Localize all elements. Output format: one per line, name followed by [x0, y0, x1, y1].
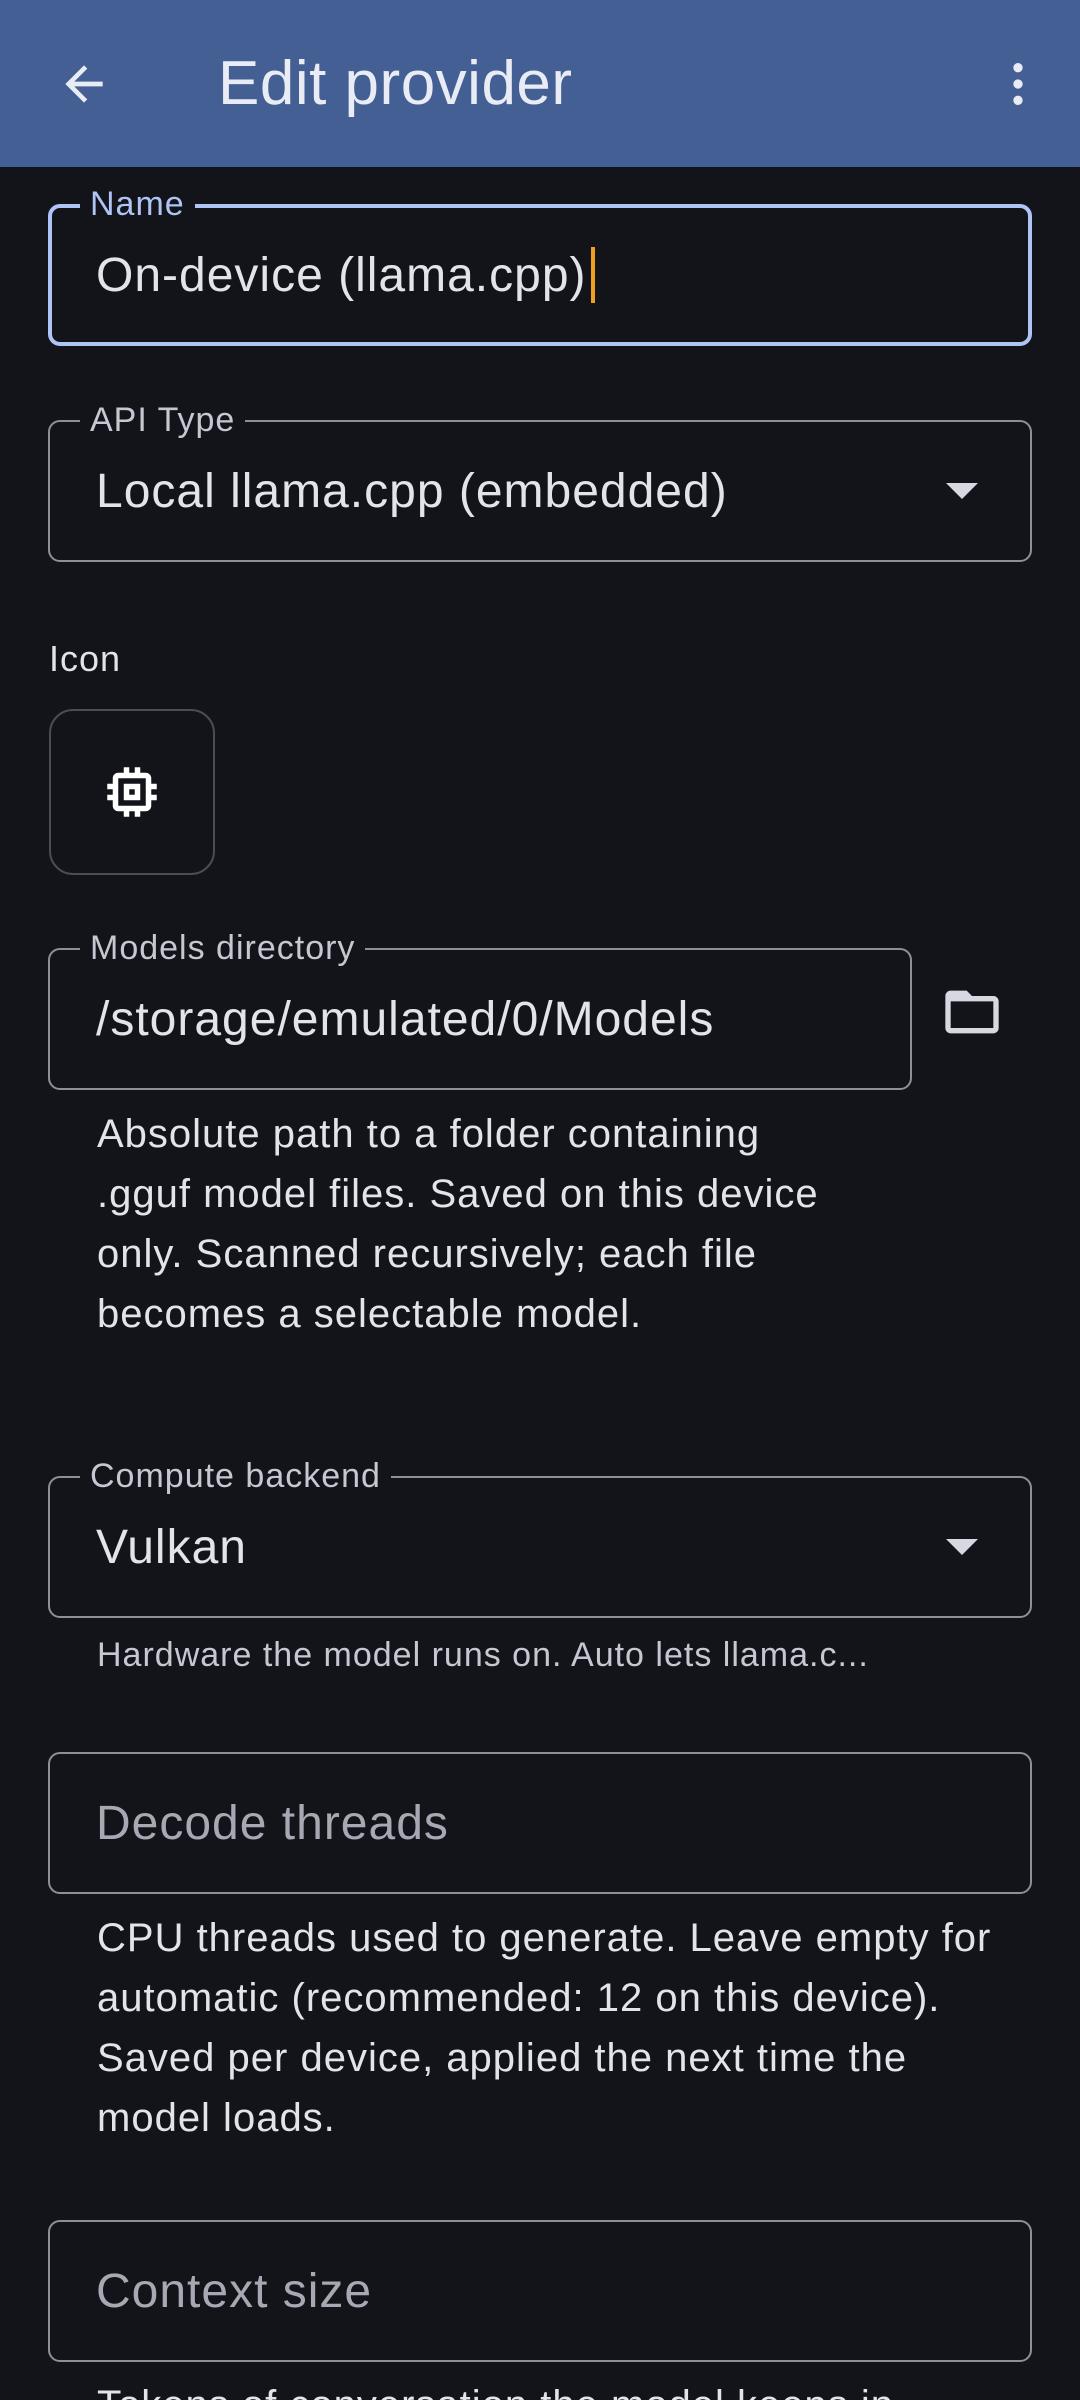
- models-directory-helper: Absolute path to a folder containing .gg…: [97, 1112, 819, 1336]
- models-directory-field[interactable]: Models directory /storage/emulated/0/Mod…: [48, 928, 912, 1090]
- arrow-back-icon: [65, 65, 103, 103]
- name-field-value: On-device (llama.cpp): [96, 248, 587, 302]
- decode-threads-helper: CPU threads used to generate. Leave empt…: [97, 1916, 992, 2140]
- api-type-dropdown[interactable]: API Type Local llama.cpp (embedded): [48, 400, 1032, 562]
- context-size-placeholder: Context size: [96, 2264, 373, 2318]
- dropdown-arrow-icon: [946, 1539, 978, 1555]
- compute-backend-helper: Hardware the model runs on. Auto lets ll…: [97, 1636, 869, 1674]
- icon-section-label: Icon: [49, 638, 122, 679]
- page-title: Edit provider: [218, 49, 573, 118]
- more-vert-icon: [1013, 63, 1023, 105]
- compute-backend-dropdown[interactable]: Compute backend Vulkan: [48, 1456, 1032, 1618]
- context-size-field[interactable]: Context size: [48, 2220, 1032, 2362]
- more-options-button[interactable]: [978, 44, 1058, 124]
- icon-picker-button[interactable]: [49, 709, 215, 875]
- api-type-value: Local llama.cpp (embedded): [96, 464, 728, 518]
- dropdown-arrow-icon: [946, 483, 978, 499]
- context-size-helper: Tokens of conversation the model keeps i…: [97, 2375, 1017, 2400]
- models-directory-value: /storage/emulated/0/Models: [96, 992, 715, 1046]
- browse-folder-button[interactable]: [930, 970, 1014, 1054]
- chip-icon: [107, 767, 157, 817]
- top-app-bar: Edit provider: [0, 0, 1080, 167]
- decode-threads-field[interactable]: Decode threads: [48, 1752, 1032, 1894]
- decode-threads-placeholder: Decode threads: [96, 1796, 449, 1850]
- folder-icon: [945, 990, 999, 1034]
- text-caret: [590, 247, 595, 303]
- name-field[interactable]: Name On-device (llama.cpp): [48, 184, 1032, 346]
- back-button[interactable]: [44, 44, 124, 124]
- compute-backend-value: Vulkan: [96, 1520, 247, 1574]
